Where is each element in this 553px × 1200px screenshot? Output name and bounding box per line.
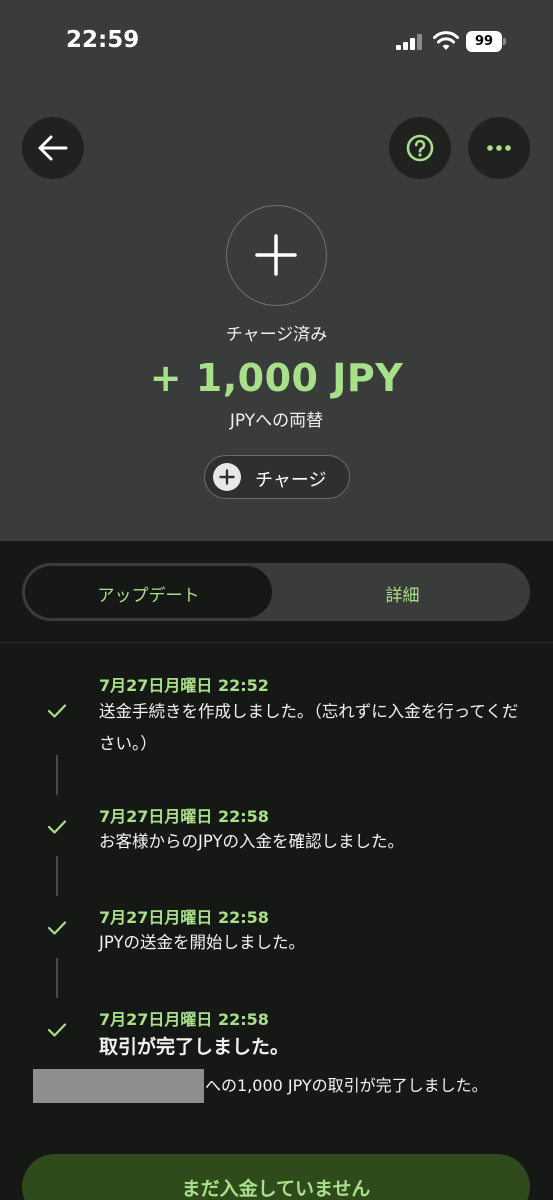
event-date: 7月27日月曜日 22:58 bbox=[99, 908, 269, 927]
event-text: 取引が完了しました。 bbox=[99, 1036, 290, 1058]
check-icon bbox=[47, 1023, 67, 1037]
plus-icon bbox=[255, 234, 297, 276]
question-circle-icon bbox=[406, 134, 434, 162]
event-text: お客様からのJPYの入金を確認しました。 bbox=[99, 832, 405, 851]
timeline-connector bbox=[56, 958, 58, 998]
status-bar: 22:59 99 bbox=[0, 0, 553, 80]
charge-button-label: チャージ bbox=[255, 470, 327, 491]
charge-button[interactable]: チャージ bbox=[204, 455, 350, 499]
transaction-amount: + 1,000 JPY bbox=[149, 356, 404, 400]
more-dots-icon bbox=[487, 145, 511, 151]
tab-updates-label: アップデート bbox=[97, 586, 200, 606]
battery-level: 99 bbox=[466, 31, 502, 52]
timeline-connector bbox=[56, 856, 58, 896]
event-date: 7月27日月曜日 22:58 bbox=[99, 807, 269, 826]
plus-circle-icon bbox=[213, 463, 241, 491]
battery-icon: 99 bbox=[466, 31, 506, 52]
redacted-recipient bbox=[33, 1069, 204, 1103]
divider bbox=[0, 642, 553, 643]
more-options-button[interactable] bbox=[468, 117, 530, 179]
segmented-tabs: アップデート 詳細 bbox=[22, 563, 530, 621]
not-paid-yet-button[interactable]: まだ入金していません bbox=[22, 1154, 530, 1200]
signal-icon bbox=[396, 34, 424, 50]
event-date: 7月27日月曜日 22:52 bbox=[99, 676, 269, 695]
check-icon bbox=[47, 820, 67, 834]
conversion-label: JPYへの両替 bbox=[229, 411, 324, 431]
check-icon bbox=[47, 921, 67, 935]
wifi-icon bbox=[433, 31, 459, 50]
timeline-connector bbox=[56, 755, 58, 795]
status-time: 22:59 bbox=[66, 27, 140, 53]
event-date: 7月27日月曜日 22:58 bbox=[99, 1010, 269, 1029]
event-text: JPYの送金を開始しました。 bbox=[99, 933, 306, 952]
tab-details[interactable]: 詳細 bbox=[279, 581, 526, 606]
transaction-status-label: チャージ済み bbox=[225, 325, 328, 345]
back-button[interactable] bbox=[22, 117, 84, 179]
help-button[interactable] bbox=[389, 117, 451, 179]
completion-detail: への1,000 JPYの取引が完了しました。 bbox=[205, 1076, 488, 1095]
transaction-icon-circle bbox=[226, 205, 327, 306]
arrow-left-icon bbox=[38, 135, 68, 161]
not-paid-yet-label: まだ入金していません bbox=[181, 1178, 371, 1200]
event-text: 送金手続きを作成しました。（忘れずに入金を行ってください。） bbox=[99, 702, 519, 753]
check-icon bbox=[47, 704, 67, 718]
